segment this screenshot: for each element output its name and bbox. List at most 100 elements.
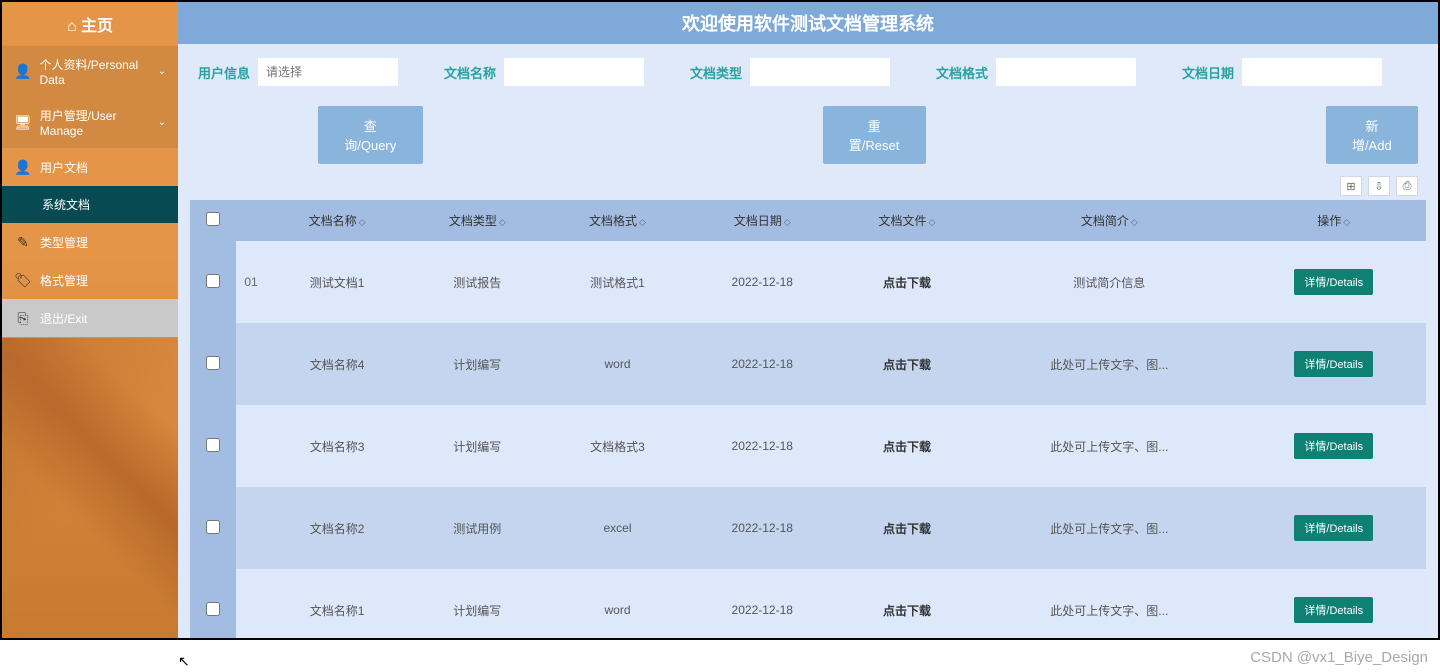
download-link[interactable]: 点击下载 bbox=[883, 276, 931, 290]
table-row: 01 测试文档1 测试报告 测试格式1 2022-12-18 点击下载 测试简介… bbox=[190, 241, 1426, 323]
field-label: 文档格式 bbox=[936, 63, 988, 82]
col-doc-name[interactable]: 文档名称◇ bbox=[267, 200, 407, 241]
download-link[interactable]: 点击下载 bbox=[883, 604, 931, 618]
cell-doc-format: 文档格式3 bbox=[547, 405, 687, 487]
row-index bbox=[236, 569, 266, 638]
sidebar-item-label: 类型管理 bbox=[40, 234, 88, 251]
col-doc-file[interactable]: 文档文件◇ bbox=[837, 200, 977, 241]
sidebar-item-personal-data[interactable]: 👤 个人资料/Personal Data ⌄ bbox=[2, 46, 178, 97]
col-doc-desc[interactable]: 文档简介◇ bbox=[977, 200, 1241, 241]
col-doc-date[interactable]: 文档日期◇ bbox=[688, 200, 837, 241]
main-content: 欢迎使用软件测试文档管理系统 用户信息 文档名称 文档类型 文档格式 bbox=[178, 2, 1438, 638]
cell-doc-type: 测试用例 bbox=[407, 487, 547, 569]
details-button[interactable]: 详情/Details bbox=[1294, 597, 1373, 623]
col-doc-format[interactable]: 文档格式◇ bbox=[547, 200, 687, 241]
cell-doc-desc: 测试简介信息 bbox=[977, 241, 1241, 323]
sidebar-item-label: 系统文档 bbox=[42, 196, 90, 213]
sidebar-item-type-manage[interactable]: ✎ 类型管理 bbox=[2, 223, 178, 261]
chevron-down-icon: ⌄ bbox=[158, 117, 166, 128]
download-link[interactable]: 点击下载 bbox=[883, 522, 931, 536]
user-icon: 👤 bbox=[14, 63, 31, 81]
print-icon[interactable]: ⎙ bbox=[1396, 176, 1418, 196]
user-info-select[interactable] bbox=[258, 58, 398, 86]
table-toolbar: ⊞ ⇩ ⎙ bbox=[178, 172, 1438, 200]
add-button[interactable]: 新增/Add bbox=[1326, 106, 1418, 164]
download-link[interactable]: 点击下载 bbox=[883, 440, 931, 454]
row-index: 01 bbox=[236, 241, 266, 323]
cell-doc-format: word bbox=[547, 323, 687, 405]
field-doc-format: 文档格式 bbox=[936, 58, 1172, 86]
chevron-down-icon: ⌄ bbox=[158, 66, 166, 77]
select-all-checkbox[interactable] bbox=[206, 212, 220, 226]
col-index bbox=[236, 200, 266, 241]
sort-icon: ◇ bbox=[499, 217, 506, 227]
col-actions[interactable]: 操作◇ bbox=[1242, 200, 1426, 241]
row-index bbox=[236, 405, 266, 487]
col-checkbox bbox=[190, 200, 236, 241]
sort-icon: ◇ bbox=[639, 217, 646, 227]
cell-doc-name: 测试文档1 bbox=[267, 241, 407, 323]
home-button[interactable]: ⌂ 主页 bbox=[2, 2, 178, 46]
cell-doc-type: 计划编写 bbox=[407, 405, 547, 487]
row-checkbox[interactable] bbox=[206, 356, 220, 370]
sidebar-item-label: 格式管理 bbox=[40, 272, 88, 289]
row-checkbox[interactable] bbox=[206, 602, 220, 616]
field-label: 文档类型 bbox=[690, 63, 742, 82]
cell-doc-type: 测试报告 bbox=[407, 241, 547, 323]
user-gear-icon: 👤 bbox=[14, 158, 32, 176]
export-icon[interactable]: ⇩ bbox=[1368, 176, 1390, 196]
details-button[interactable]: 详情/Details bbox=[1294, 433, 1373, 459]
details-button[interactable]: 详情/Details bbox=[1294, 351, 1373, 377]
row-checkbox[interactable] bbox=[206, 438, 220, 452]
sort-icon: ◇ bbox=[359, 217, 366, 227]
sidebar-item-label: 个人资料/Personal Data bbox=[39, 56, 157, 87]
field-label: 文档日期 bbox=[1182, 63, 1234, 82]
details-button[interactable]: 详情/Details bbox=[1294, 269, 1373, 295]
query-button[interactable]: 查询/Query bbox=[318, 106, 423, 164]
col-doc-type[interactable]: 文档类型◇ bbox=[407, 200, 547, 241]
row-index bbox=[236, 323, 266, 405]
exit-icon: ⎘ bbox=[14, 309, 32, 327]
sort-icon: ◇ bbox=[1343, 217, 1350, 227]
columns-icon[interactable]: ⊞ bbox=[1340, 176, 1362, 196]
cursor-icon: ↖ bbox=[178, 653, 190, 670]
field-doc-type: 文档类型 bbox=[690, 58, 926, 86]
field-doc-date: 文档日期 bbox=[1182, 58, 1418, 86]
sidebar-item-system-docs[interactable]: 系统文档 bbox=[2, 186, 178, 223]
cell-doc-type: 计划编写 bbox=[407, 569, 547, 638]
search-form: 用户信息 文档名称 文档类型 文档格式 文档日期 bbox=[178, 44, 1438, 172]
sidebar-item-exit[interactable]: ⎘ 退出/Exit bbox=[2, 299, 178, 337]
monitor-icon: 🖥 bbox=[14, 114, 32, 132]
cell-doc-date: 2022-12-18 bbox=[688, 241, 837, 323]
doc-date-input[interactable] bbox=[1242, 58, 1382, 86]
doc-format-input[interactable] bbox=[996, 58, 1136, 86]
cell-doc-desc: 此处可上传文字、图... bbox=[977, 323, 1241, 405]
doc-type-input[interactable] bbox=[750, 58, 890, 86]
doc-name-input[interactable] bbox=[504, 58, 644, 86]
edit-icon: ✎ bbox=[14, 233, 32, 251]
cell-doc-desc: 此处可上传文字、图... bbox=[977, 405, 1241, 487]
cell-doc-name: 文档名称1 bbox=[267, 569, 407, 638]
sidebar: ⌂ 主页 👤 个人资料/Personal Data ⌄ 🖥 用户管理/User … bbox=[2, 2, 178, 638]
download-link[interactable]: 点击下载 bbox=[883, 358, 931, 372]
field-doc-name: 文档名称 bbox=[444, 58, 680, 86]
watermark: CSDN @vx1_Biye_Design bbox=[1250, 649, 1428, 666]
table-row: 文档名称1 计划编写 word 2022-12-18 点击下载 此处可上传文字、… bbox=[190, 569, 1426, 638]
documents-table: 文档名称◇ 文档类型◇ 文档格式◇ 文档日期◇ 文档文件◇ 文档简介◇ 操作◇ … bbox=[190, 200, 1426, 638]
sidebar-item-user-manage[interactable]: 🖥 用户管理/User Manage ⌄ bbox=[2, 97, 178, 148]
cell-doc-desc: 此处可上传文字、图... bbox=[977, 569, 1241, 638]
page-title: 欢迎使用软件测试文档管理系统 bbox=[178, 2, 1438, 44]
cell-doc-format: 测试格式1 bbox=[547, 241, 687, 323]
cell-doc-name: 文档名称3 bbox=[267, 405, 407, 487]
cell-doc-date: 2022-12-18 bbox=[688, 569, 837, 638]
cell-doc-name: 文档名称4 bbox=[267, 323, 407, 405]
sidebar-item-format-manage[interactable]: 🏷 格式管理 bbox=[2, 261, 178, 299]
cell-doc-date: 2022-12-18 bbox=[688, 487, 837, 569]
details-button[interactable]: 详情/Details bbox=[1294, 515, 1373, 541]
row-checkbox[interactable] bbox=[206, 274, 220, 288]
sidebar-item-user-docs[interactable]: 👤 用户文档 bbox=[2, 148, 178, 186]
row-checkbox[interactable] bbox=[206, 520, 220, 534]
reset-button[interactable]: 重置/Reset bbox=[823, 106, 926, 164]
table-row: 文档名称2 测试用例 excel 2022-12-18 点击下载 此处可上传文字… bbox=[190, 487, 1426, 569]
sort-icon: ◇ bbox=[784, 217, 791, 227]
